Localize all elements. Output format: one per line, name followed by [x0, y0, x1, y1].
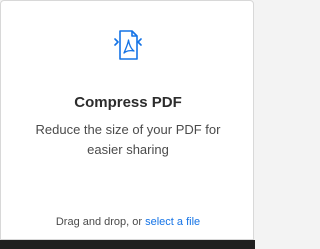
- card-title: Compress PDF: [74, 94, 182, 111]
- select-file-link[interactable]: select a file: [145, 216, 200, 228]
- drop-prefix-text: Drag and drop, or: [55, 216, 146, 228]
- compress-pdf-card[interactable]: Compress PDF Reduce the size of your PDF…: [0, 0, 254, 240]
- card-description: Reduce the size of your PDF for easier s…: [35, 122, 221, 157]
- compress-pdf-icon: [114, 28, 142, 62]
- drop-zone-hint: Drag and drop, or select a file: [1, 216, 255, 228]
- bottom-bar: [0, 240, 255, 249]
